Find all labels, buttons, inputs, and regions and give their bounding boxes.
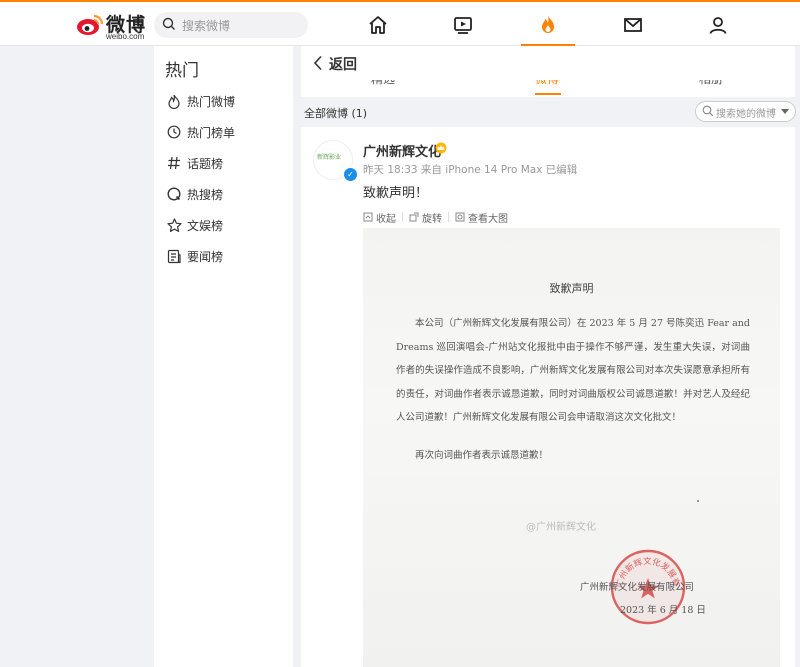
back-arrow-icon[interactable]	[313, 55, 323, 71]
sidebar-item-hot-list[interactable]: 热门榜单	[166, 121, 235, 143]
back-bar[interactable]: 返回	[301, 46, 795, 80]
sidebar-item-entertainment[interactable]: 文娱榜	[166, 214, 223, 236]
document-signature: 广州新辉文化发展有限公司	[580, 582, 695, 593]
sidebar-item-label: 热门榜单	[187, 125, 236, 140]
star-icon	[166, 217, 182, 233]
view-large-button[interactable]: 查看大图	[455, 210, 508, 225]
search-ring-icon	[166, 186, 182, 202]
verified-badge-icon: ✓	[343, 167, 358, 182]
news-icon	[166, 248, 182, 264]
sidebar-item-label: 话题榜	[187, 156, 224, 171]
user-post-search[interactable]: 搜索她的微博	[695, 101, 796, 122]
back-button[interactable]: 返回	[329, 54, 357, 74]
search-icon	[702, 105, 714, 117]
chevron-down-icon[interactable]	[781, 109, 789, 114]
top-bar: 微博 weibo.com	[0, 0, 800, 46]
action-divider	[448, 212, 449, 222]
weibo-watermark: @广州新辉文化	[526, 522, 596, 533]
post-content: 致歉声明！	[363, 186, 429, 201]
sidebar-item-hot-weibo[interactable]: 热门微博	[166, 90, 235, 112]
home-icon[interactable]	[365, 12, 391, 38]
document-date: 2023 年 6 月 18 日	[620, 605, 706, 616]
post-author[interactable]: 广州新辉文化	[363, 141, 441, 160]
clock-icon	[166, 124, 182, 140]
sidebar: 热门 热门微博 热门榜单 话题榜 热搜榜 文娱榜 要闻榜	[154, 46, 293, 667]
flame-icon	[166, 93, 182, 109]
weibo-eye-icon	[77, 14, 104, 35]
sidebar-title: 热门	[165, 61, 199, 81]
sidebar-item-news[interactable]: 要闻榜	[166, 245, 223, 267]
sidebar-item-hot-search[interactable]: 热搜榜	[166, 183, 223, 205]
active-tab-indicator	[535, 93, 561, 95]
image-actions: 收起 旋转 查看大图	[363, 210, 514, 225]
logo-url: weibo.com	[106, 32, 145, 41]
sidebar-item-label: 热门微博	[187, 94, 236, 109]
collapse-button[interactable]: 收起	[363, 210, 396, 225]
avatar-logo-text: 新辉影业	[317, 154, 342, 161]
post-card: 新辉影业 ✓ 广州新辉文化 昨天 18:33 来自 iPhone 14 Pro …	[301, 128, 795, 667]
rotate-button[interactable]: 旋转	[409, 210, 442, 225]
post-meta: 昨天 18:33 来自 iPhone 14 Pro Max 已编辑	[363, 164, 578, 176]
rotate-label: 旋转	[422, 213, 442, 225]
search-input[interactable]	[180, 15, 304, 37]
sidebar-item-label: 要闻榜	[187, 249, 224, 264]
hashtag-icon	[166, 155, 182, 171]
mail-icon[interactable]	[620, 12, 646, 38]
sidebar-item-label: 文娱榜	[187, 218, 224, 233]
view-large-label: 查看大图	[468, 213, 508, 225]
document-closing: 再次向词曲作者表示诚恳道歉！	[415, 450, 549, 461]
main-panel: 精选 微博 相册 返回 全部微博 (1) 搜索她的微博 新辉影业 ✓ 广州新辉文…	[301, 46, 796, 667]
search-icon	[162, 17, 175, 30]
crown-badge-icon[interactable]	[435, 142, 447, 154]
zoom-icon	[455, 212, 465, 222]
profile-icon[interactable]	[705, 12, 731, 38]
action-divider	[402, 212, 403, 222]
video-icon[interactable]	[450, 12, 476, 38]
user-post-search-placeholder: 搜索她的微博	[716, 109, 776, 120]
weibo-logo[interactable]: 微博 weibo.com	[76, 10, 146, 41]
post-count-label: 全部微博 (1)	[304, 107, 368, 120]
collapse-icon	[363, 212, 373, 222]
post-image-document[interactable]: 致歉声明 本公司（广州新辉文化发展有限公司）在 2023 年 5 月 27 号陈…	[363, 228, 780, 667]
rotate-icon	[409, 212, 419, 222]
collapse-label: 收起	[376, 213, 396, 225]
sidebar-item-label: 热搜榜	[187, 187, 224, 202]
hot-icon[interactable]	[535, 12, 561, 38]
scan-speck	[697, 500, 699, 502]
document-title: 致歉声明	[549, 282, 594, 295]
sidebar-item-topics[interactable]: 话题榜	[166, 152, 223, 174]
document-body: 本公司（广州新辉文化发展有限公司）在 2023 年 5 月 27 号陈奕迅 Fe…	[396, 318, 750, 423]
filter-bar: 全部微博 (1) 搜索她的微博	[301, 97, 796, 127]
search-box[interactable]	[154, 12, 308, 38]
